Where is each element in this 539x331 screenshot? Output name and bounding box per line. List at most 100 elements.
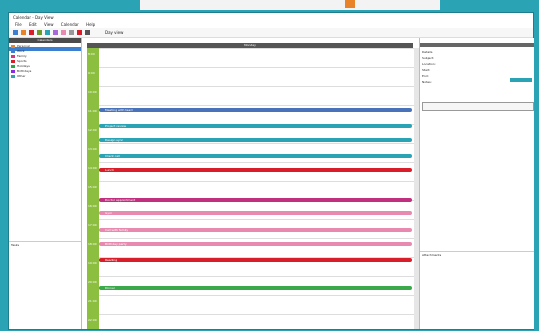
calendar-list-item[interactable]: Sports (11, 59, 27, 63)
hour-label: 21:00 (88, 299, 97, 303)
week-view-icon[interactable] (53, 30, 58, 35)
calendar-label: Holidays (17, 64, 30, 68)
calendars-header: Calendars (9, 38, 81, 43)
day-view-icon[interactable] (45, 30, 50, 35)
hour-label: 11:00 (88, 109, 97, 113)
menu-calendar[interactable]: Calendar (61, 22, 79, 27)
menu-edit[interactable]: Edit (29, 22, 37, 27)
menu-help[interactable]: Help (86, 22, 95, 27)
new-icon[interactable] (13, 30, 18, 35)
hour-label: 17:00 (88, 223, 97, 227)
hour-gridline (99, 314, 414, 315)
hour-gridline (99, 276, 414, 277)
tasks-label: Tasks (11, 243, 20, 247)
detail-field-label: End: (422, 74, 429, 78)
event-bar[interactable]: Call with family (99, 228, 412, 232)
hour-label: 9:00 (88, 71, 95, 75)
calendar-label: Other (17, 74, 26, 78)
hour-gridline (99, 86, 414, 87)
hour-gridline (99, 219, 414, 220)
calendar-label: Personal (17, 44, 30, 48)
calendar-color-swatch (11, 69, 15, 73)
calendar-color-swatch (11, 49, 15, 53)
calendar-color-swatch (11, 44, 15, 48)
app-window: Calendar - Day View File Edit View Calen… (8, 12, 534, 330)
attachments-label: Attachments (422, 253, 442, 257)
hour-gridline (99, 295, 414, 296)
right-panel: Details Subject: Location: Start: End: Notes:… (419, 38, 534, 329)
event-bar[interactable]: Design sync (99, 138, 412, 142)
event-label: Client call (105, 154, 120, 158)
calendar-list-item[interactable]: Birthdays (11, 69, 31, 73)
hour-label: 13:00 (88, 147, 97, 151)
menu-bar: File Edit View Calendar Help (9, 21, 533, 28)
window-title: Calendar - Day View (13, 15, 54, 20)
hour-label: 20:00 (88, 280, 97, 284)
redo-icon[interactable] (85, 30, 90, 35)
browser-tab[interactable] (140, 0, 440, 10)
hour-label: 16:00 (88, 204, 97, 208)
toolbar-hint: Day view (105, 30, 124, 35)
event-bar[interactable]: Reading (99, 258, 412, 262)
calendar-label: Sports (17, 59, 27, 63)
right-divider (420, 251, 534, 252)
hour-label: 8:00 (88, 52, 95, 56)
detail-field-label: Notes: (422, 80, 432, 84)
detail-field-label: Subject: (422, 56, 435, 60)
hour-label: 10:00 (88, 90, 97, 94)
detail-field-label: Details (422, 50, 433, 54)
title-bar: Calendar - Day View (9, 13, 533, 21)
event-bar[interactable]: Birthday party (99, 242, 412, 246)
calendar-list-item[interactable]: Personal (11, 44, 30, 48)
details-action-button[interactable] (510, 78, 532, 82)
print-icon[interactable] (69, 30, 74, 35)
event-bar[interactable]: Lunch (99, 168, 412, 172)
left-panel: Calendars Personal Work Family Sports Holida… (9, 38, 82, 329)
calendar-list-item[interactable]: Work (11, 49, 25, 53)
event-bar[interactable]: Dinner (99, 286, 412, 290)
events-area[interactable]: Meeting with team Project review Design sy… (99, 48, 414, 329)
calendar-color-swatch (11, 74, 15, 78)
event-bar[interactable]: Doctor appointment (99, 198, 412, 202)
event-label: Doctor appointment (105, 198, 136, 202)
notification-badge[interactable] (345, 0, 355, 8)
delete-icon[interactable] (29, 30, 34, 35)
calendar-label: Work (17, 49, 25, 53)
desktop-top-strip (0, 0, 539, 12)
hour-label: 15:00 (88, 185, 97, 189)
event-label: Dinner (105, 286, 116, 290)
open-icon[interactable] (21, 30, 26, 35)
event-label: Lunch (105, 168, 114, 172)
calendar-list-item[interactable]: Other (11, 74, 26, 78)
calendar-list-item[interactable]: Holidays (11, 64, 30, 68)
calendar-color-swatch (11, 64, 15, 68)
hour-gridline (99, 48, 414, 49)
calendar-color-swatch (11, 59, 15, 63)
today-icon[interactable] (37, 30, 42, 35)
details-grid (422, 102, 534, 111)
event-bar[interactable]: Meeting with team (99, 108, 412, 112)
hour-gridline (99, 162, 414, 163)
hour-label: 18:00 (88, 242, 97, 246)
calendar-list-item[interactable]: Family (11, 54, 27, 58)
hour-label: 12:00 (88, 128, 97, 132)
calendar-color-swatch (11, 54, 15, 58)
hour-gridline (99, 238, 414, 239)
event-label: Call with family (105, 228, 129, 232)
month-view-icon[interactable] (61, 30, 66, 35)
event-label: Gym (105, 211, 113, 215)
menu-view[interactable]: View (44, 22, 54, 27)
toolbar: Day view (9, 28, 533, 38)
hour-gridline (99, 67, 414, 68)
hour-label: 22:00 (88, 318, 97, 322)
undo-icon[interactable] (77, 30, 82, 35)
event-bar[interactable]: Client call (99, 154, 412, 158)
event-label: Project review (105, 124, 127, 128)
menu-file[interactable]: File (15, 22, 22, 27)
hour-gridline (99, 181, 414, 182)
panel-divider (9, 241, 81, 242)
event-bar[interactable]: Project review (99, 124, 412, 128)
hour-label: 19:00 (88, 261, 97, 265)
detail-field-label: Location: (422, 62, 436, 66)
event-bar[interactable]: Gym (99, 211, 412, 215)
